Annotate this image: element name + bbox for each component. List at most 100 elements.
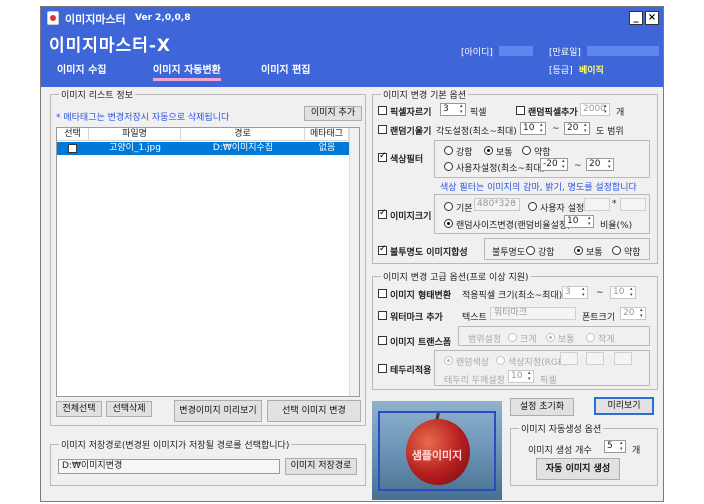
image-size-checkbox[interactable] xyxy=(378,208,387,219)
color-filter-checkbox[interactable] xyxy=(378,151,387,162)
sample-image-preview: 샘플이미지 xyxy=(372,401,502,500)
shape-desc: 적용픽셀 크기(최소~최대) xyxy=(462,291,563,301)
color-weak-radio[interactable] xyxy=(522,146,531,155)
border-random-radio[interactable] xyxy=(444,356,453,365)
border-label: 테두리적용 xyxy=(390,366,432,376)
auto-gen-count-unit: 개 xyxy=(632,446,641,456)
size-default-combo[interactable]: 480*320 xyxy=(474,196,520,211)
color-strong-radio[interactable] xyxy=(444,146,453,155)
random-tilt-min-stepper[interactable]: 10 xyxy=(520,122,546,135)
random-pixel-unit: 개 xyxy=(616,108,625,118)
opacity-strong-label: 강함 xyxy=(538,248,555,258)
add-image-button[interactable]: 이미지 추가 xyxy=(304,106,362,121)
border-b-input[interactable] xyxy=(614,352,632,365)
preview-button[interactable]: 미리보기 xyxy=(594,397,654,415)
opacity-weak-radio[interactable] xyxy=(612,246,621,255)
watermark-checkbox[interactable] xyxy=(378,311,387,320)
random-tilt-checkbox[interactable] xyxy=(378,125,387,134)
sample-image-label: 샘플이미지 xyxy=(411,449,463,462)
auto-gen-count-stepper[interactable]: 5 xyxy=(604,440,626,453)
random-pixel-stepper[interactable]: 2000 xyxy=(580,103,610,116)
random-pixel-checkbox[interactable] xyxy=(516,106,525,115)
table-vertical-scrollbar[interactable] xyxy=(349,128,359,396)
random-tilt-max-stepper[interactable]: 20 xyxy=(564,122,590,135)
size-random-radio[interactable] xyxy=(444,219,453,228)
transform-range-label: 범위설정 xyxy=(468,335,502,345)
random-tilt-sep: ~ xyxy=(552,124,560,134)
row-metatag: 없음 xyxy=(318,143,336,153)
pixel-cut-checkbox[interactable] xyxy=(378,106,387,115)
tab-image-collect[interactable]: 이미지 수집 xyxy=(57,61,106,76)
transform-small-radio[interactable] xyxy=(586,333,595,342)
row-path: D:₩이미지수집 xyxy=(212,143,274,153)
border-g-input[interactable] xyxy=(586,352,604,365)
col-metatag: 메타태그 xyxy=(305,128,349,141)
color-weak-label: 약함 xyxy=(534,148,551,158)
opacity-label: 불투명도 이미지합성 xyxy=(390,248,468,258)
transform-checkbox[interactable] xyxy=(378,336,387,345)
watermark-text-label: 텍스트 xyxy=(462,313,487,323)
pixel-cut-unit: 픽셀 xyxy=(470,108,487,118)
random-tilt-label: 랜덤기울기 xyxy=(390,127,432,137)
image-list-table: 선택 파일명 경로 메타태그 고양이_1.jpg D:₩이미지수집 없음 xyxy=(56,127,360,397)
border-checkbox[interactable] xyxy=(378,364,387,373)
size-default-radio[interactable] xyxy=(444,202,453,211)
color-user-min-stepper[interactable]: -20 xyxy=(540,158,568,171)
delete-selected-button[interactable]: 선택삭제 xyxy=(106,401,152,417)
random-tilt-unit: 도 범위 xyxy=(596,127,624,137)
border-thickness-stepper[interactable]: 10 xyxy=(508,370,534,383)
random-tilt-desc: 각도설정(최소~최대) xyxy=(436,127,517,137)
color-normal-label: 보통 xyxy=(496,148,513,158)
close-button[interactable]: × xyxy=(645,11,659,25)
size-default-label: 기본 xyxy=(456,204,473,214)
shape-min-stepper[interactable]: 3 xyxy=(562,286,588,299)
opacity-desc: 불투명도 xyxy=(492,248,526,258)
size-user-width-input[interactable] xyxy=(584,198,610,211)
transform-normal-radio[interactable] xyxy=(546,333,555,342)
convert-selected-button[interactable]: 선택 이미지 변경 xyxy=(267,400,361,422)
size-random-unit: 비율(%) xyxy=(600,221,633,231)
tab-image-auto-convert[interactable]: 이미지 자동변환 xyxy=(153,61,221,81)
version-label: Ver 2,0,0,8 xyxy=(135,13,191,23)
shape-max-stepper[interactable]: 10 xyxy=(610,286,636,299)
save-path-button[interactable]: 이미지 저장경로 xyxy=(285,458,357,475)
pixel-cut-stepper[interactable]: 3 xyxy=(440,103,466,116)
opacity-checkbox[interactable] xyxy=(378,244,387,255)
grade-value: 베이직 xyxy=(579,66,604,76)
tab-image-edit[interactable]: 이미지 편집 xyxy=(261,61,310,76)
col-filename: 파일명 xyxy=(89,128,181,141)
opacity-normal-label: 보통 xyxy=(586,248,603,258)
grade-label: [등급] xyxy=(549,66,573,76)
size-random-stepper[interactable]: 10 xyxy=(564,215,594,228)
color-user-radio[interactable] xyxy=(444,162,453,171)
window-title: 이미지마스터 xyxy=(65,13,126,26)
color-normal-radio[interactable] xyxy=(484,146,493,155)
opacity-normal-radio[interactable] xyxy=(574,246,583,255)
border-thickness-label: 테두리 두께설정 xyxy=(444,376,505,386)
select-all-button[interactable]: 전체선택 xyxy=(56,401,102,417)
watermark-text-input[interactable]: 워터마크 xyxy=(490,307,576,320)
transform-big-radio[interactable] xyxy=(508,333,517,342)
save-path-input[interactable]: D:₩이미지변경 xyxy=(58,459,280,474)
size-user-radio[interactable] xyxy=(528,202,537,211)
border-r-input[interactable] xyxy=(560,352,578,365)
watermark-font-stepper[interactable]: 20 xyxy=(620,307,646,320)
expire-label: [만료일] xyxy=(549,48,581,58)
minimize-button[interactable]: _ xyxy=(629,11,643,25)
color-user-max-stepper[interactable]: 20 xyxy=(586,158,614,171)
auto-generate-button[interactable]: 자동 이미지 생성 xyxy=(536,458,620,480)
table-row[interactable]: 고양이_1.jpg D:₩이미지수집 없음 xyxy=(57,142,349,155)
shape-label: 이미지 형태변환 xyxy=(390,291,452,301)
reset-settings-button[interactable]: 설정 초기화 xyxy=(510,398,574,416)
row-select-checkbox[interactable] xyxy=(68,144,77,153)
col-select: 선택 xyxy=(57,128,89,141)
color-filter-note: 색상 필터는 이미지의 감마, 밝기, 명도를 설정합니다 xyxy=(440,183,637,193)
opacity-strong-radio[interactable] xyxy=(526,246,535,255)
preview-changed-button[interactable]: 변경이미지 미리보기 xyxy=(174,400,262,422)
app-icon xyxy=(47,11,59,25)
size-user-height-input[interactable] xyxy=(620,198,646,211)
shape-checkbox[interactable] xyxy=(378,289,387,298)
title-bar: 이미지마스터 Ver 2,0,0,8 _ × xyxy=(41,7,663,29)
size-user-star: * xyxy=(612,199,617,209)
border-rgb-radio[interactable] xyxy=(496,356,505,365)
